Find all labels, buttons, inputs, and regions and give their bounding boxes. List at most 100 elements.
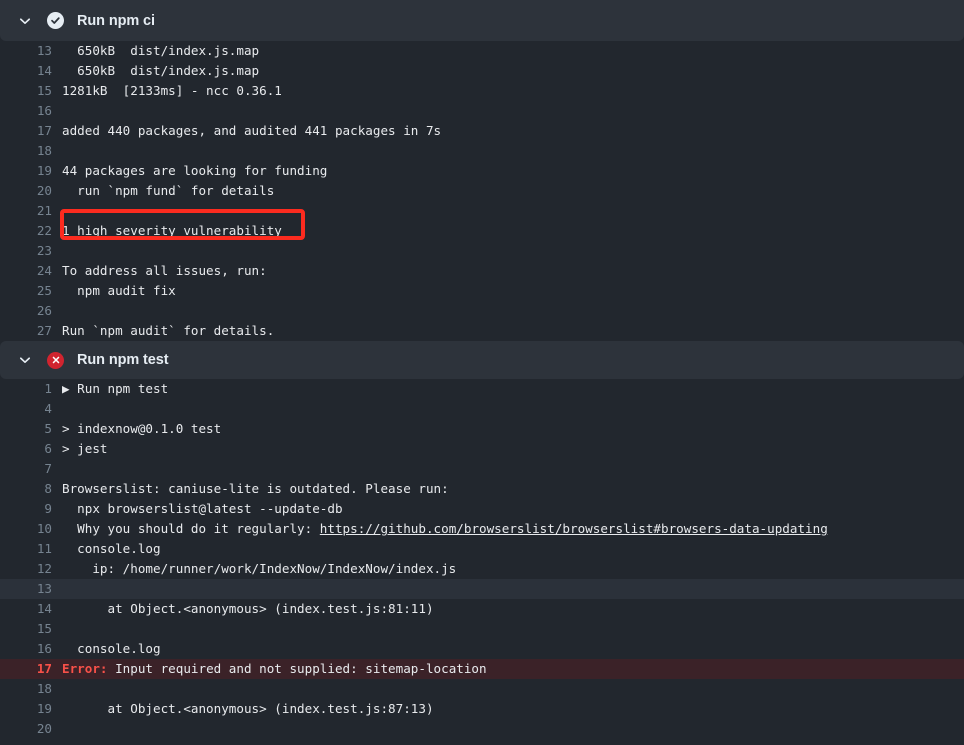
log-line-number: 10 [0, 519, 52, 539]
log-line: 5> indexnow@0.1.0 test [0, 419, 964, 439]
log-line: 151281kB [2133ms] - ncc 0.36.1 [0, 81, 964, 101]
step-title: Run npm ci [77, 13, 155, 29]
log-line-number: 15 [0, 619, 52, 639]
log-line: 6> jest [0, 439, 964, 459]
log-line-text: Run `npm audit` for details. [52, 321, 274, 341]
log-line-number: 15 [0, 81, 52, 101]
log-line-number: 18 [0, 141, 52, 161]
log-line: 10 Why you should do it regularly: https… [0, 519, 964, 539]
log-line: 19 at Object.<anonymous> (index.test.js:… [0, 699, 964, 719]
log-line-number: 22 [0, 221, 52, 241]
log-line-text: at Object.<anonymous> (index.test.js:81:… [52, 599, 434, 619]
log-line-number: 17 [0, 659, 52, 679]
log-line-number: 18 [0, 679, 52, 699]
check-circle-icon [47, 12, 64, 29]
log-line-number: 16 [0, 101, 52, 121]
log-line: 13 [0, 579, 964, 599]
log-line: 1▶ Run npm test [0, 379, 964, 399]
log-line-number: 20 [0, 181, 52, 201]
log-line: 25 npm audit fix [0, 281, 964, 301]
log-line-text: Why you should do it regularly: https://… [52, 519, 828, 539]
log-line: 14 650kB dist/index.js.map [0, 61, 964, 81]
log-line: 18 [0, 679, 964, 699]
log-line-number: 6 [0, 439, 52, 459]
log-line-text: 650kB dist/index.js.map [52, 61, 259, 81]
log-line-text: 1 high severity vulnerability [52, 221, 282, 241]
log-line: 20 [0, 719, 964, 739]
log-line-number: 13 [0, 579, 52, 599]
log-output-run-npm-ci: 13 650kB dist/index.js.map14 650kB dist/… [0, 41, 964, 341]
log-line-text: run `npm fund` for details [52, 181, 274, 201]
x-circle-icon [47, 352, 64, 369]
log-line-number: 20 [0, 719, 52, 739]
log-line: 21 [0, 201, 964, 221]
log-line-number: 19 [0, 161, 52, 181]
actions-log-viewer: Run npm ci 13 650kB dist/index.js.map14 … [0, 0, 964, 745]
log-line: 221 high severity vulnerability [0, 221, 964, 241]
log-line-number: 5 [0, 419, 52, 439]
log-line-text: npm audit fix [52, 281, 176, 301]
log-line: 20 run `npm fund` for details [0, 181, 964, 201]
log-link[interactable]: https://github.com/browserslist/browsers… [320, 521, 828, 536]
log-line-number: 27 [0, 321, 52, 341]
log-line-number: 19 [0, 699, 52, 719]
log-line: 16 [0, 101, 964, 121]
log-line-number: 7 [0, 459, 52, 479]
log-line: 27Run `npm audit` for details. [0, 321, 964, 341]
log-line-text: ▶ Run npm test [52, 379, 168, 399]
log-line-text: To address all issues, run: [52, 261, 267, 281]
log-line-number: 17 [0, 121, 52, 141]
log-line: 16 console.log [0, 639, 964, 659]
log-line: 9 npx browserslist@latest --update-db [0, 499, 964, 519]
log-line-number: 21 [0, 201, 52, 221]
log-line-text: added 440 packages, and audited 441 pack… [52, 121, 441, 141]
log-line: 17added 440 packages, and audited 441 pa… [0, 121, 964, 141]
log-line: 12 ip: /home/runner/work/IndexNow/IndexN… [0, 559, 964, 579]
log-line-text: console.log [52, 639, 161, 659]
log-line-text: 1281kB [2133ms] - ncc 0.36.1 [52, 81, 282, 101]
log-line-number: 24 [0, 261, 52, 281]
log-line: 26 [0, 301, 964, 321]
log-line-text: console.log [52, 539, 161, 559]
log-line-text: npx browserslist@latest --update-db [52, 499, 343, 519]
log-line: 23 [0, 241, 964, 261]
log-line-text: 650kB dist/index.js.map [52, 41, 259, 61]
log-line: 8Browserslist: caniuse-lite is outdated.… [0, 479, 964, 499]
log-line-text: > jest [52, 439, 108, 459]
log-line: 18 [0, 141, 964, 161]
log-line-number: 14 [0, 599, 52, 619]
log-line: 14 at Object.<anonymous> (index.test.js:… [0, 599, 964, 619]
chevron-down-icon[interactable] [14, 349, 36, 371]
log-line: 24To address all issues, run: [0, 261, 964, 281]
step-header-run-npm-test[interactable]: Run npm test [0, 341, 964, 379]
log-line-number: 1 [0, 379, 52, 399]
log-line-number: 4 [0, 399, 52, 419]
log-line: 11 console.log [0, 539, 964, 559]
log-line-number: 23 [0, 241, 52, 261]
log-line-text: ip: /home/runner/work/IndexNow/IndexNow/… [52, 559, 456, 579]
step-header-run-npm-ci[interactable]: Run npm ci [0, 0, 964, 41]
log-line-number: 12 [0, 559, 52, 579]
log-line: 1944 packages are looking for funding [0, 161, 964, 181]
log-line: 15 [0, 619, 964, 639]
log-line: 7 [0, 459, 964, 479]
log-line: 13 650kB dist/index.js.map [0, 41, 964, 61]
log-line: 4 [0, 399, 964, 419]
log-line-text: Error: Input required and not supplied: … [52, 659, 487, 679]
log-line-number: 14 [0, 61, 52, 81]
log-line-text: 44 packages are looking for funding [52, 161, 327, 181]
log-line-number: 26 [0, 301, 52, 321]
log-line-number: 8 [0, 479, 52, 499]
log-line-number: 9 [0, 499, 52, 519]
log-line: 17Error: Input required and not supplied… [0, 659, 964, 679]
chevron-down-icon[interactable] [14, 10, 36, 32]
log-line-number: 16 [0, 639, 52, 659]
error-label: Error: [62, 661, 115, 676]
log-line-number: 25 [0, 281, 52, 301]
log-line-text: Browserslist: caniuse-lite is outdated. … [52, 479, 449, 499]
log-line-text: > indexnow@0.1.0 test [52, 419, 221, 439]
log-line-number: 13 [0, 41, 52, 61]
log-line-number: 11 [0, 539, 52, 559]
log-line-text: at Object.<anonymous> (index.test.js:87:… [52, 699, 434, 719]
log-output-run-npm-test: 1▶ Run npm test45> indexnow@0.1.0 test6>… [0, 379, 964, 739]
